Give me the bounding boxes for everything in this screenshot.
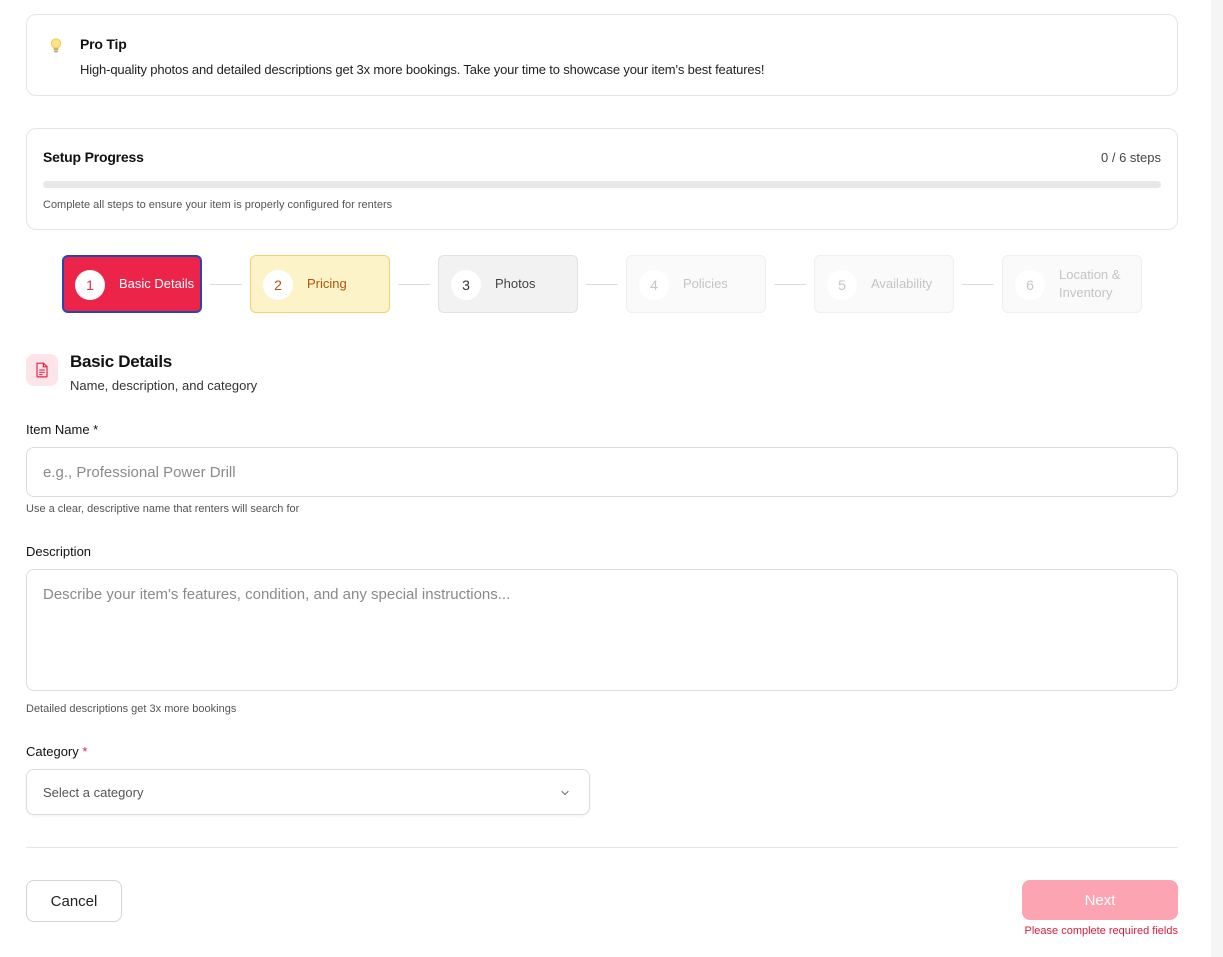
required-fields-error: Please complete required fields — [1024, 925, 1178, 937]
scrollbar-track[interactable] — [1211, 0, 1223, 957]
item-name-label: Item Name * — [26, 422, 99, 437]
step-number: 5 — [827, 270, 857, 300]
category-select[interactable]: Select a category — [26, 769, 590, 815]
step-label: Location & Inventory — [1059, 267, 1121, 300]
form-divider — [26, 847, 1178, 848]
chevron-down-icon — [561, 790, 569, 796]
item-name-input[interactable] — [26, 447, 1178, 497]
pro-tip-title: Pro Tip — [80, 36, 127, 52]
cancel-button[interactable]: Cancel — [26, 880, 122, 922]
step-availability[interactable]: 5 Availability — [814, 255, 954, 313]
step-label: Pricing — [307, 276, 347, 291]
step-label: Basic Details — [119, 276, 195, 291]
lightbulb-icon — [50, 38, 62, 53]
step-number: 1 — [75, 270, 105, 300]
step-basic-details[interactable]: 1 Basic Details — [62, 255, 202, 313]
step-connector — [774, 284, 806, 285]
setup-progress-card: Setup Progress 0 / 6 steps Complete all … — [26, 128, 1178, 230]
step-number: 3 — [451, 270, 481, 300]
section-title: Basic Details — [70, 352, 172, 371]
category-label-text: Category — [26, 744, 79, 759]
description-hint: Detailed descriptions get 3x more bookin… — [26, 703, 237, 715]
step-label: Photos — [495, 276, 536, 291]
progress-note: Complete all steps to ensure your item i… — [43, 199, 393, 211]
section-subtitle: Name, description, and category — [70, 378, 258, 393]
category-label: Category * — [26, 744, 87, 759]
progress-count: 0 / 6 steps — [1101, 150, 1161, 165]
step-connector — [586, 284, 618, 285]
next-button[interactable]: Next — [1022, 880, 1178, 920]
step-number: 4 — [639, 270, 669, 300]
pro-tip-text: High-quality photos and detailed descrip… — [80, 62, 765, 77]
section-icon-container — [26, 354, 58, 386]
step-connector — [962, 284, 994, 285]
step-policies[interactable]: 4 Policies — [626, 255, 766, 313]
step-number: 2 — [263, 270, 293, 300]
step-label: Availability — [871, 276, 933, 291]
step-connector — [398, 284, 430, 285]
document-icon — [36, 362, 48, 378]
pro-tip-card: Pro Tip High-quality photos and detailed… — [26, 14, 1178, 96]
step-photos[interactable]: 3 Photos — [438, 255, 578, 313]
description-label: Description — [26, 544, 92, 559]
progress-title: Setup Progress — [43, 149, 144, 165]
progress-bar — [43, 181, 1161, 188]
step-number: 6 — [1015, 270, 1045, 300]
required-mark: * — [82, 744, 88, 759]
step-connector — [210, 284, 242, 285]
description-textarea[interactable] — [26, 569, 1178, 691]
step-location-inventory[interactable]: 6 Location & Inventory — [1002, 255, 1142, 313]
step-pricing[interactable]: 2 Pricing — [250, 255, 390, 313]
item-name-hint: Use a clear, descriptive name that rente… — [26, 503, 300, 515]
category-select-value: Select a category — [43, 785, 144, 800]
stepper: 1 Basic Details 2 Pricing 3 Photos 4 Pol… — [62, 254, 1142, 316]
step-label: Policies — [683, 276, 728, 291]
